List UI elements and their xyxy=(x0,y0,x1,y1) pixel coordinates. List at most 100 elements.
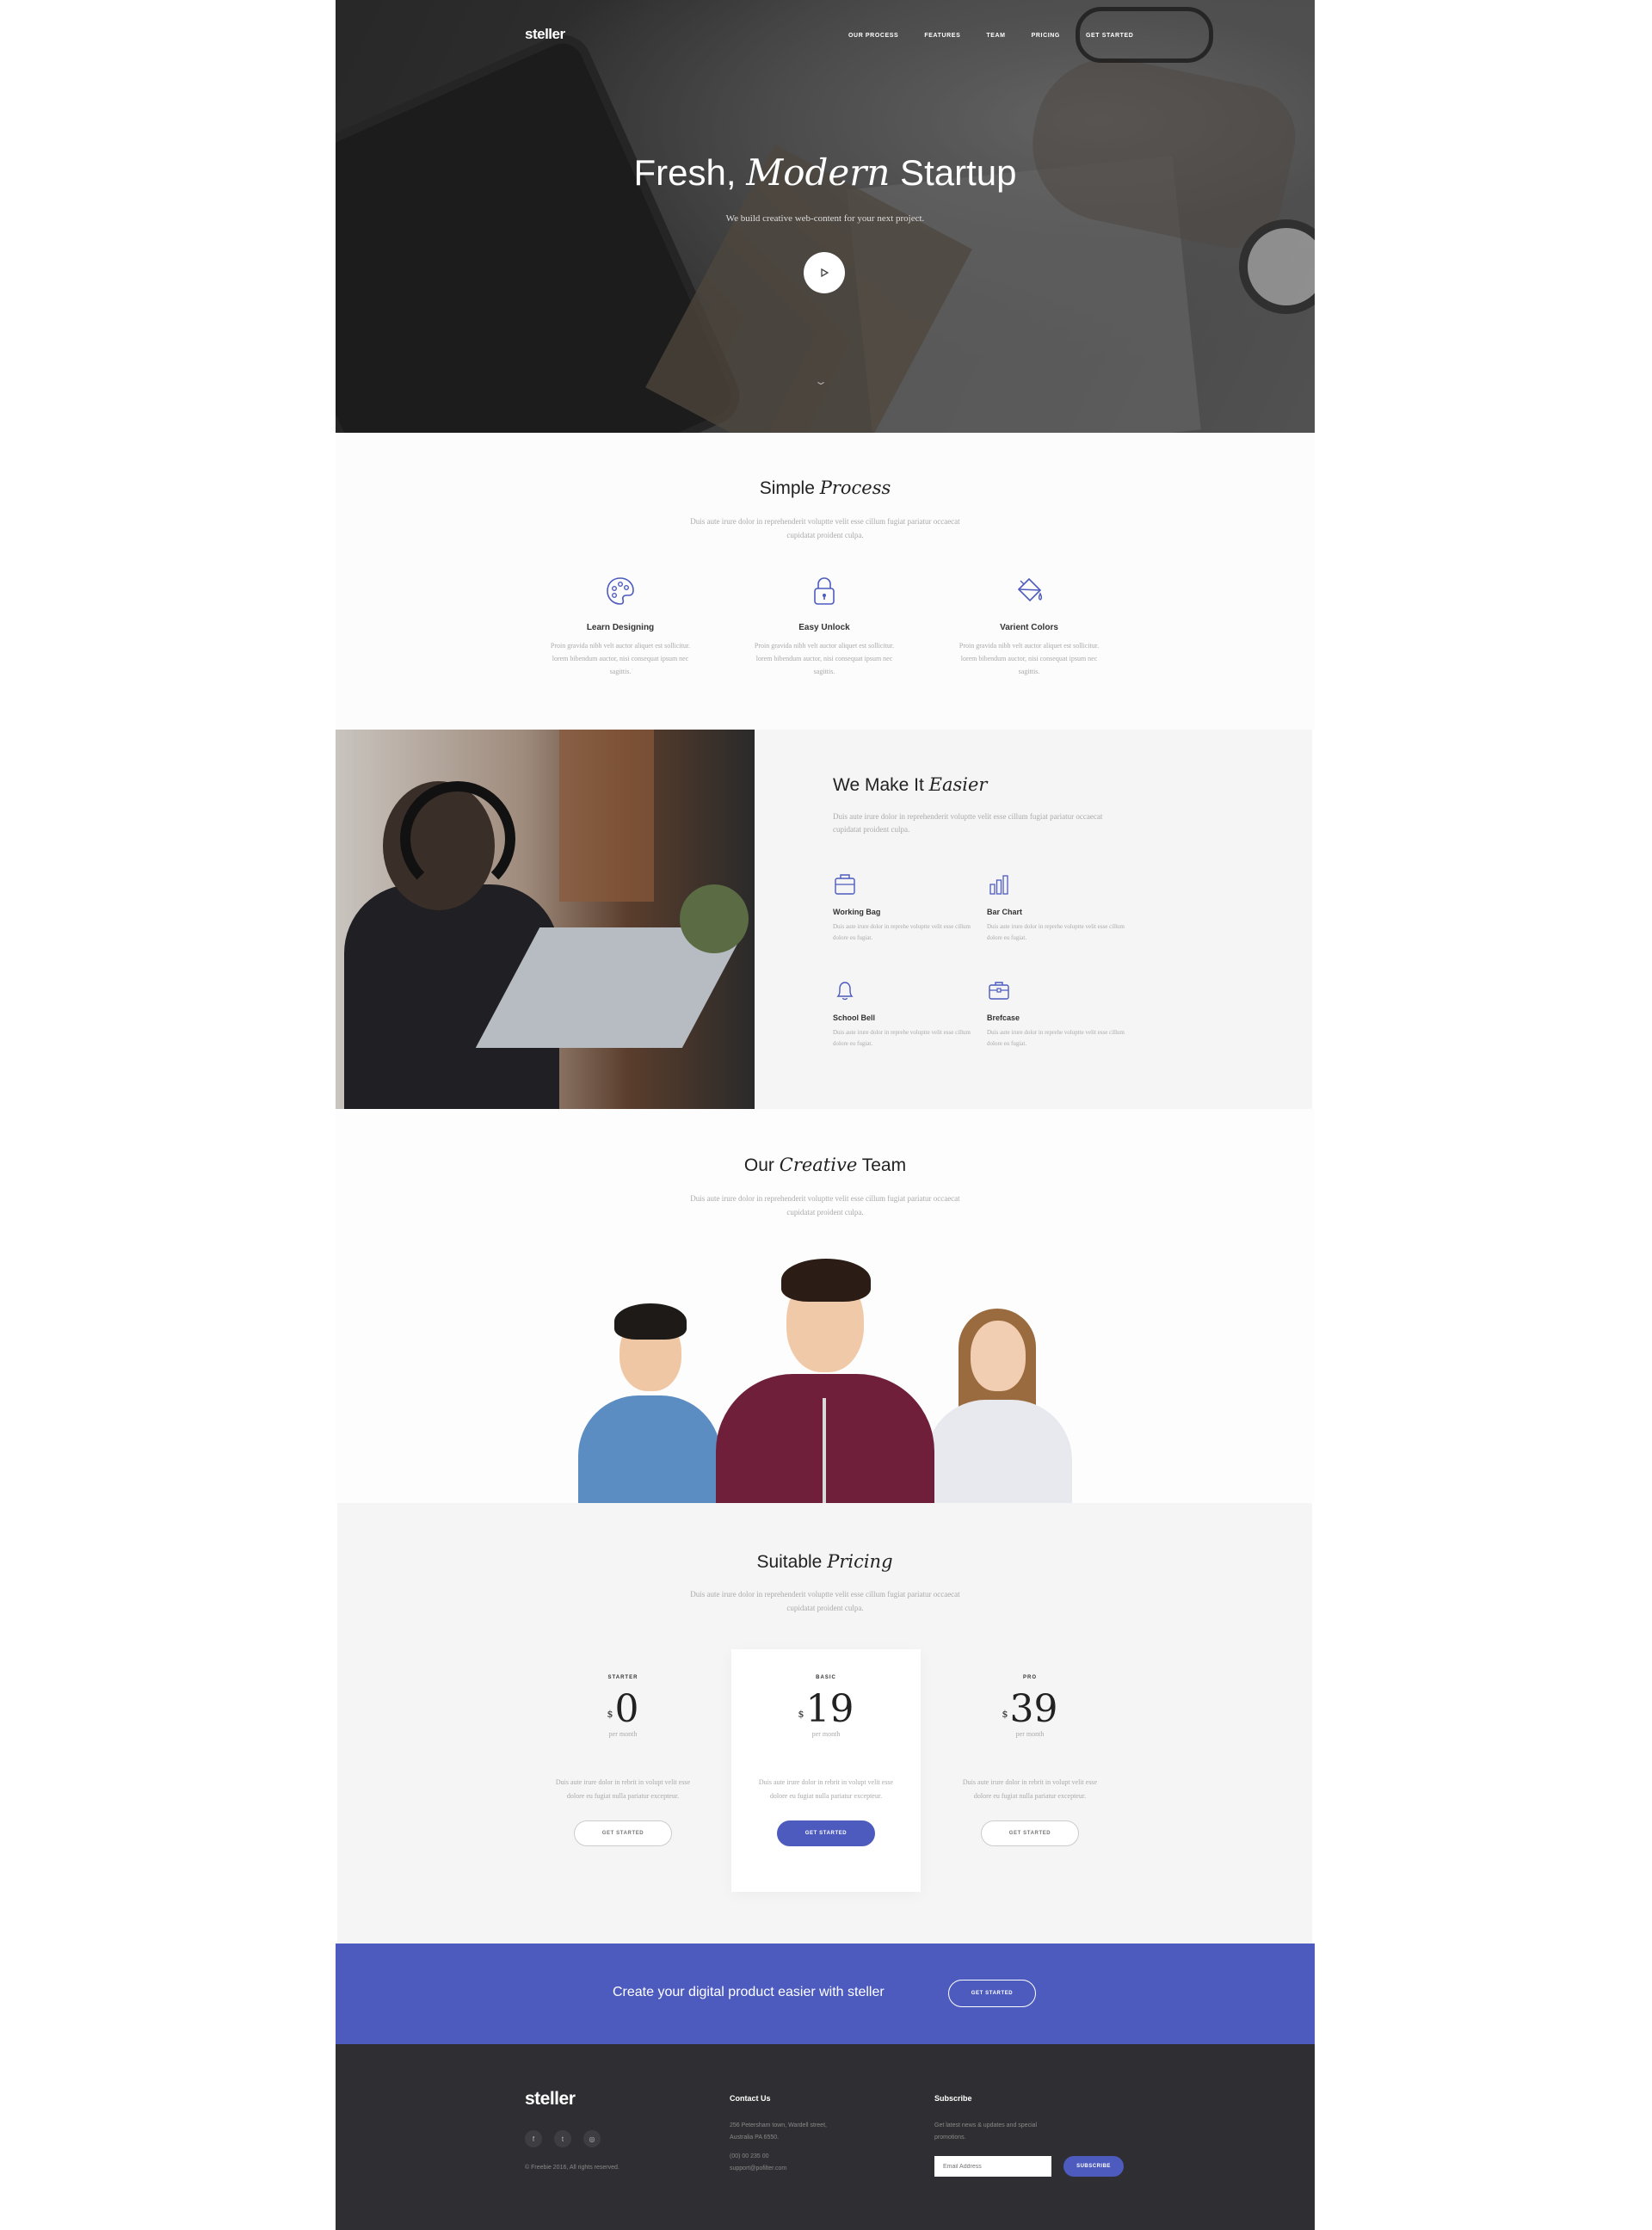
subscribe-button[interactable]: SUBSCRIBE xyxy=(1063,2156,1124,2177)
plan-description: Duis aute irure dolor in rebrit in volup… xyxy=(758,1778,894,1800)
nav-item-team[interactable]: TEAM xyxy=(986,33,1005,39)
pricing-title-part: Suitable xyxy=(756,1552,828,1572)
easier-item-working-bag: Working Bag Duis aute irure dolor in rep… xyxy=(833,872,971,944)
footer-logo[interactable]: steller xyxy=(525,2089,576,2110)
nav-item-get-started[interactable]: GET STARTED xyxy=(1086,33,1133,39)
nav-menu: OUR PROCESS FEATURES TEAM PRICING GET ST… xyxy=(848,33,1133,39)
hero-title-italic: Modern xyxy=(746,151,891,194)
team-title-italic: Creative xyxy=(779,1155,858,1175)
feature-learn-designing: Learn Designing Proin gravida nibh velt … xyxy=(547,574,693,678)
nav-item-pricing[interactable]: PRICING xyxy=(1032,33,1060,39)
process-title: Simple Process xyxy=(336,477,1315,499)
lock-icon xyxy=(814,577,835,605)
plan-get-started-button[interactable]: GET STARTED xyxy=(574,1820,672,1846)
easier-item-title: Brefcase xyxy=(987,1013,1020,1022)
bar-chart-icon xyxy=(989,875,1008,895)
instagram-icon[interactable]: ◎ xyxy=(583,2130,601,2147)
currency-symbol: $ xyxy=(798,1709,804,1720)
email-input[interactable] xyxy=(934,2156,1051,2177)
process-title-italic: Process xyxy=(819,477,891,498)
easier-item-title: School Bell xyxy=(833,1013,876,1022)
hero-title-part: Fresh, xyxy=(633,152,747,193)
feature-text: Proin gravida nibh velt auctor aliquet e… xyxy=(550,642,691,675)
member-face xyxy=(971,1321,1026,1391)
plan-description: Duis aute irure dolor in rebrit in volup… xyxy=(555,1778,691,1800)
plan-period: per month xyxy=(1015,1730,1045,1738)
plan-period: per month xyxy=(608,1730,638,1738)
plan-price: $19 xyxy=(731,1689,921,1730)
nav-item-features[interactable]: FEATURES xyxy=(924,33,960,39)
paint-bucket-icon xyxy=(1017,577,1043,602)
palette-icon xyxy=(607,577,634,605)
cta-get-started-button[interactable]: GET STARTED xyxy=(948,1980,1036,2007)
photo-headphones xyxy=(400,781,515,896)
contact-email[interactable]: support@pofilter.com xyxy=(730,2163,786,2175)
pricing-title-italic: Pricing xyxy=(827,1551,893,1572)
team-title-part: Our xyxy=(743,1155,780,1175)
easier-item-title: Bar Chart xyxy=(987,908,1023,916)
pricing-title: Suitable Pricing xyxy=(337,1551,1312,1573)
process-section: Simple Process Duis aute irure dolor in … xyxy=(336,433,1315,730)
play-button[interactable] xyxy=(804,252,845,293)
easier-item-briefcase: Brefcase Duis aute irure dolor in repreh… xyxy=(987,978,1125,1050)
feature-varient-colors: Varient Colors Proin gravida nibh velt a… xyxy=(956,574,1102,678)
logo[interactable]: steller xyxy=(525,26,565,43)
member-shirt xyxy=(578,1395,721,1503)
photo-window xyxy=(559,730,654,902)
social-links: f t ◎ xyxy=(525,2130,601,2147)
photo-plant xyxy=(680,884,749,953)
easier-item-bar-chart: Bar Chart Duis aute irure dolor in repre… xyxy=(987,872,1125,944)
easier-item-text: Duis aute irure dolor in reprehe voluptt… xyxy=(987,1029,1125,1047)
team-title-part: Team xyxy=(857,1155,907,1175)
feature-text: Proin gravida nibh velt auctor aliquet e… xyxy=(959,642,1100,675)
price-value: 39 xyxy=(1009,1687,1058,1731)
cta-banner: Create your digital product easier with … xyxy=(336,1944,1315,2044)
pricing-section: Suitable Pricing Duis aute irure dolor i… xyxy=(337,1503,1312,1944)
contact-address: 256 Petersham town, Wardell street, Aust… xyxy=(730,2122,827,2141)
plan-name: PRO xyxy=(1022,1675,1037,1680)
easier-title-part: We Make It xyxy=(833,775,929,795)
currency-symbol: $ xyxy=(607,1709,613,1720)
working-bag-icon xyxy=(835,874,855,895)
member-hair xyxy=(614,1303,687,1340)
easier-item-title: Working Bag xyxy=(833,908,881,916)
twitter-icon[interactable]: t xyxy=(554,2130,571,2147)
easier-section: We Make It Easier Duis aute irure dolor … xyxy=(336,730,1312,1109)
easier-item-text: Duis aute irure dolor in reprehe voluptt… xyxy=(987,923,1125,941)
subscribe-heading: Subscribe xyxy=(934,2094,972,2103)
team-member-center-photo xyxy=(709,1254,941,1503)
team-description: Duis aute irure dolor in reprehenderit v… xyxy=(690,1194,960,1217)
plan-get-started-button[interactable]: GET STARTED xyxy=(777,1820,875,1846)
plan-get-started-button[interactable]: GET STARTED xyxy=(981,1820,1079,1846)
plan-pro: PRO $39 per month Duis aute irure dolor … xyxy=(935,1649,1125,1892)
member-jacket xyxy=(926,1400,1072,1503)
easier-description: Duis aute irure dolor in reprehenderit v… xyxy=(833,812,1103,834)
feature-title: Easy Unlock xyxy=(798,623,850,632)
play-icon xyxy=(821,268,829,278)
briefcase-icon xyxy=(989,982,1009,1000)
easier-item-text: Duis aute irure dolor in reprehe voluptt… xyxy=(833,923,971,941)
plan-price: $0 xyxy=(528,1689,718,1730)
easier-title: We Make It Easier xyxy=(833,774,987,796)
plan-starter: STARTER $0 per month Duis aute irure dol… xyxy=(528,1649,718,1892)
currency-symbol: $ xyxy=(1002,1709,1008,1720)
team-title: Our Creative Team xyxy=(336,1155,1315,1176)
scroll-down-icon[interactable]: ⌄ xyxy=(814,375,828,387)
hero-section: steller OUR PROCESS FEATURES TEAM PRICIN… xyxy=(336,0,1315,433)
workspace-photo xyxy=(336,730,755,1109)
feature-title: Varient Colors xyxy=(1000,623,1058,632)
team-section: Our Creative Team Duis aute irure dolor … xyxy=(336,1109,1315,1503)
subscribe-text: Get latest news & updates and special pr… xyxy=(934,2122,1038,2141)
facebook-icon[interactable]: f xyxy=(525,2130,542,2147)
easier-item-text: Duis aute irure dolor in reprehe voluptt… xyxy=(833,1029,971,1047)
plan-name: STARTER xyxy=(607,1675,638,1680)
nav-item-our-process[interactable]: OUR PROCESS xyxy=(848,33,898,39)
contact-phone: (00) 00 235 00 xyxy=(730,2153,769,2159)
contact-heading: Contact Us xyxy=(730,2094,771,2103)
process-description: Duis aute irure dolor in reprehenderit v… xyxy=(690,517,960,539)
footer: steller f t ◎ © Freebie 2016, All rights… xyxy=(336,2044,1315,2230)
price-value: 0 xyxy=(614,1687,639,1731)
plan-description: Duis aute irure dolor in rebrit in volup… xyxy=(962,1778,1098,1800)
plan-basic: BASIC $19 per month Duis aute irure dolo… xyxy=(731,1649,921,1892)
copyright: © Freebie 2016, All rights reserved. xyxy=(525,2165,620,2171)
